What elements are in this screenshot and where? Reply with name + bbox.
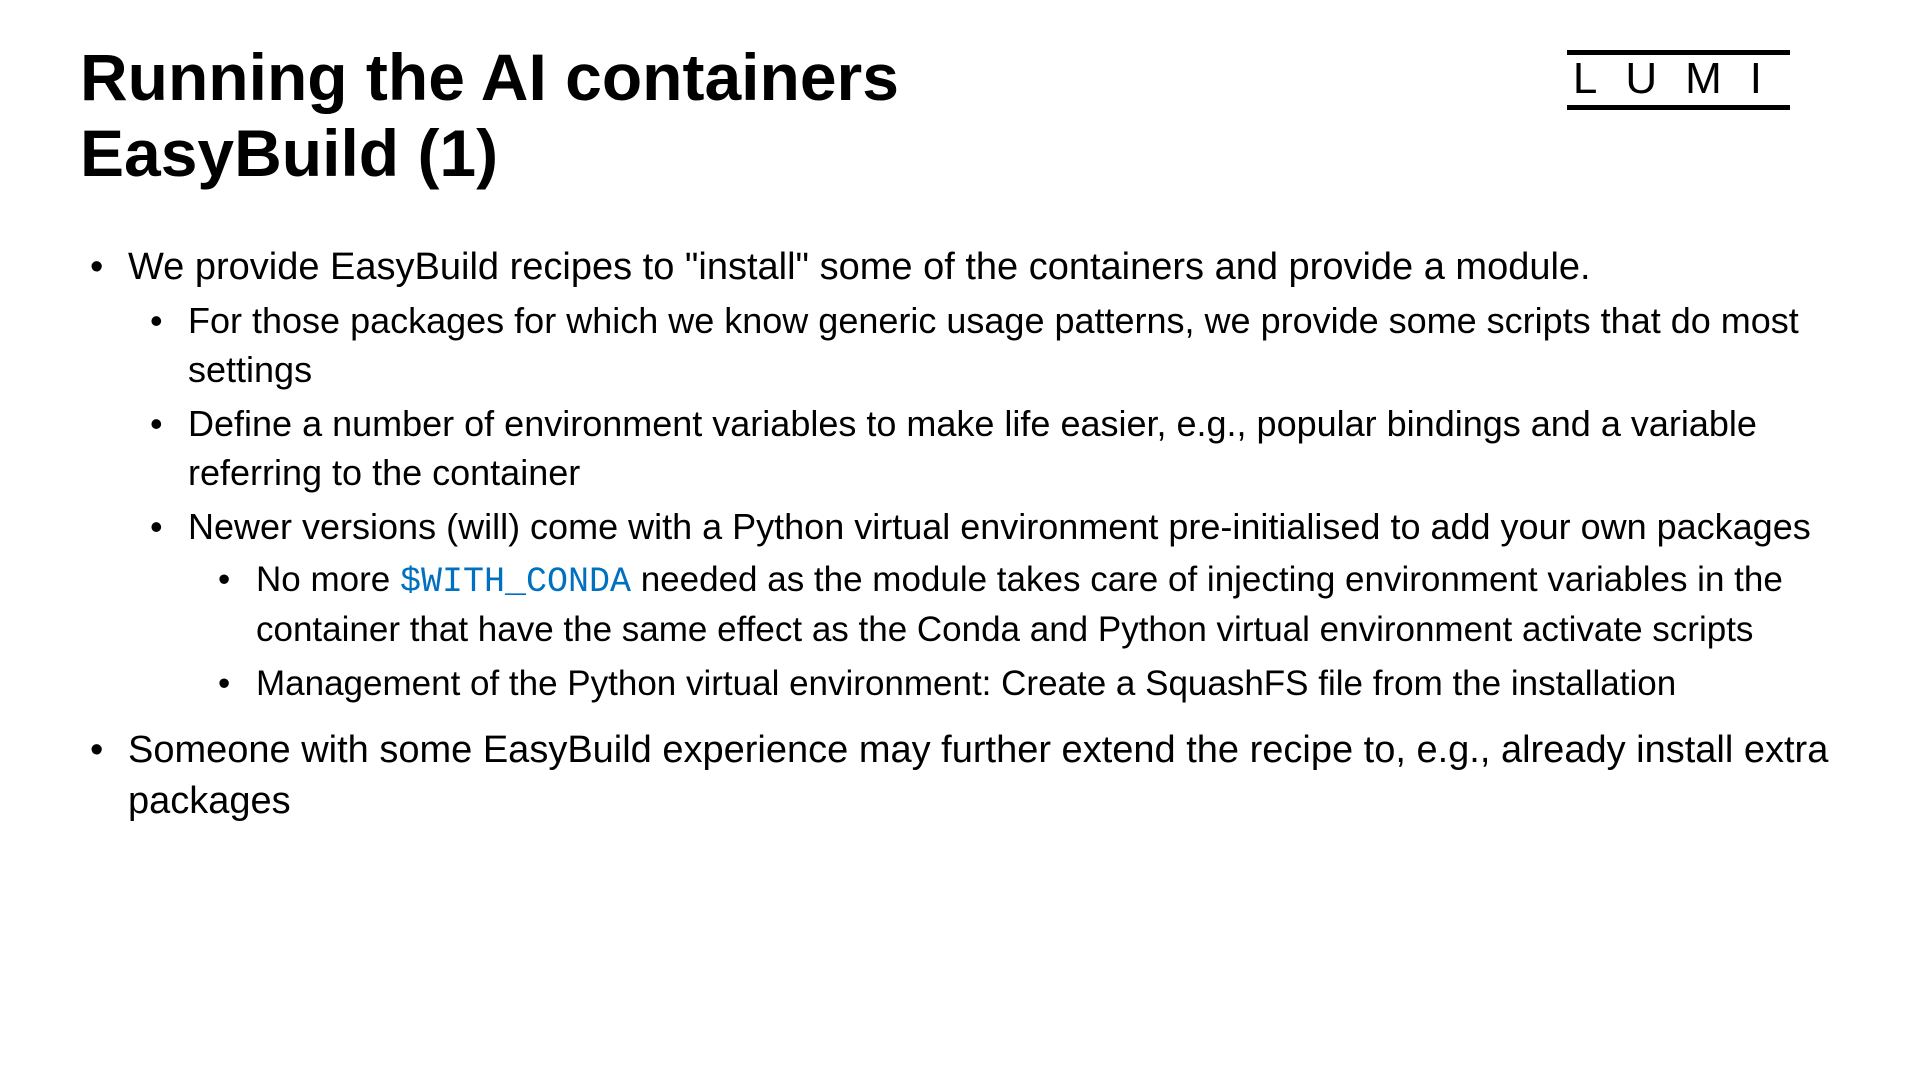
list-item: Newer versions (will) come with a Python…	[128, 503, 1840, 706]
list-item: No more $WITH_CONDA needed as the module…	[188, 556, 1840, 654]
list-item: We provide EasyBuild recipes to "install…	[80, 242, 1840, 707]
bullet-text: Someone with some EasyBuild experience m…	[128, 729, 1828, 822]
header: Running the AI containers EasyBuild (1) …	[80, 40, 1840, 192]
list-item: Someone with some EasyBuild experience m…	[80, 725, 1840, 828]
bullet-text-pre: No more	[256, 560, 400, 599]
slide: Running the AI containers EasyBuild (1) …	[0, 0, 1920, 1080]
bullet-list-lvl1: We provide EasyBuild recipes to "install…	[80, 242, 1840, 828]
bullet-text: For those packages for which we know gen…	[188, 300, 1799, 390]
title-line1: Running the AI containers	[80, 40, 899, 116]
list-item: Define a number of environment variables…	[128, 400, 1840, 497]
bullet-text: We provide EasyBuild recipes to "install…	[128, 246, 1591, 288]
title-block: Running the AI containers EasyBuild (1)	[80, 40, 899, 192]
bullet-text: Management of the Python virtual environ…	[256, 664, 1676, 703]
title-line2: EasyBuild (1)	[80, 116, 899, 192]
bullet-list-lvl3: No more $WITH_CONDA needed as the module…	[188, 556, 1840, 707]
bullet-text: Newer versions (will) come with a Python…	[188, 506, 1811, 547]
list-item: For those packages for which we know gen…	[128, 297, 1840, 394]
slide-body: We provide EasyBuild recipes to "install…	[80, 242, 1840, 828]
lumi-logo: LUMI	[1567, 50, 1790, 110]
bullet-text: Define a number of environment variables…	[188, 403, 1757, 493]
list-item: Management of the Python virtual environ…	[188, 660, 1840, 707]
bullet-list-lvl2: For those packages for which we know gen…	[128, 297, 1840, 707]
code-env-var: $WITH_CONDA	[400, 562, 631, 602]
